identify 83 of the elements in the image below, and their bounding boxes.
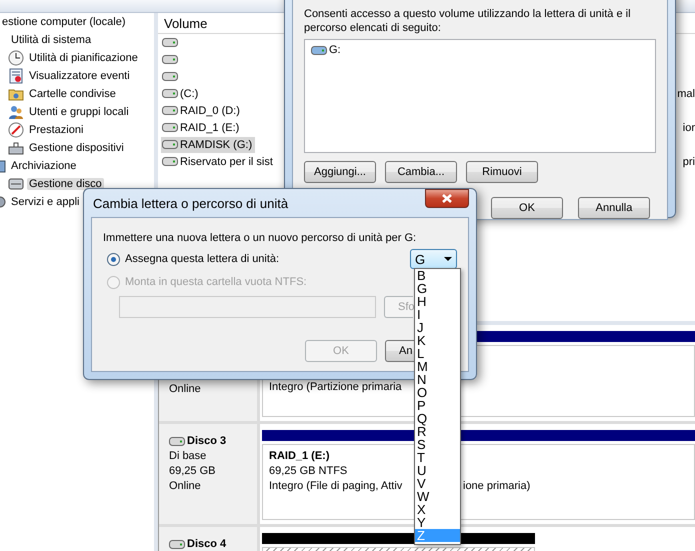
letter-option[interactable]: J — [415, 321, 460, 334]
window-title: Cambia lettera o percorso di unità — [93, 196, 288, 210]
letter-option[interactable]: X — [415, 503, 460, 516]
table-cell: mal — [677, 88, 695, 100]
path-item[interactable]: G: — [329, 44, 341, 56]
close-icon — [442, 194, 452, 203]
caret-icon — [444, 257, 452, 261]
partition-detail: Integro (Partizione primaria — [269, 381, 402, 393]
letter-option[interactable]: I — [415, 308, 460, 321]
disk-title: Disco 3 — [187, 434, 226, 449]
drive-label: (C:) — [180, 88, 198, 100]
letter-option[interactable]: B — [415, 269, 460, 282]
dialog-button[interactable]: Aggiungi... — [304, 161, 376, 183]
drive-icon — [162, 106, 178, 115]
disk-title: Disco 4 — [187, 537, 226, 551]
close-button[interactable] — [425, 189, 469, 208]
drive-label: Riservato per il sist — [180, 156, 273, 168]
tree-item[interactable]: Archiviazione — [9, 160, 78, 172]
drive-icon — [162, 123, 178, 132]
letter-option[interactable]: M — [415, 360, 460, 373]
letter-option[interactable]: H — [415, 295, 460, 308]
table-cell: pri — [682, 156, 695, 168]
drive-row[interactable]: Riservato per il sist — [161, 154, 276, 170]
letter-option[interactable]: P — [415, 399, 460, 412]
disk-detail: Di base — [169, 449, 208, 464]
radio-button[interactable] — [107, 252, 120, 266]
drive-icon — [162, 89, 178, 98]
prompt-text: Immettere una nuova lettera o un nuovo percorso di unità per G: — [103, 231, 418, 245]
drive-label: RAID_0 (D:) — [180, 104, 240, 116]
device-icon — [8, 140, 24, 156]
log-icon — [8, 68, 24, 84]
drive-label: RAID_1 (E:) — [180, 122, 240, 134]
letter-option[interactable]: K — [415, 334, 460, 347]
drive-row[interactable]: (C:) — [161, 86, 202, 102]
tree-item[interactable]: Gestione dispositivi — [27, 142, 126, 154]
table-cell: ior — [682, 122, 695, 134]
disk-detail: Online — [169, 479, 202, 494]
letter-option[interactable]: W — [415, 490, 460, 503]
dialog-button[interactable]: Rimuovi — [466, 161, 538, 183]
letter-option[interactable]: R — [415, 425, 460, 438]
letter-option[interactable]: N — [415, 373, 460, 386]
radio-label: Assegna questa lettera di unità: — [125, 253, 280, 265]
letter-option[interactable]: U — [415, 464, 460, 477]
letter-option[interactable]: L — [415, 347, 460, 360]
drive-icon — [311, 46, 327, 54]
partition-title: RAID_1 (E:) — [269, 449, 330, 464]
drive-row[interactable]: RAMDISK (G:) — [161, 136, 256, 152]
drive-icon — [162, 55, 178, 64]
tree-item[interactable]: Gestione disco — [27, 178, 104, 190]
radio-label: Monta in questa cartella vuota NTFS: — [125, 276, 307, 288]
letter-option[interactable]: V — [415, 477, 460, 490]
drive-row[interactable]: RAID_1 (E:) — [161, 120, 242, 136]
tree-item[interactable]: Utilità di sistema — [9, 34, 94, 46]
dialog-button[interactable]: Annulla — [578, 197, 650, 219]
tree-item[interactable]: estione computer (locale) — [0, 16, 128, 28]
drive-icon — [162, 72, 178, 81]
users-icon — [8, 104, 24, 120]
description-text: Consenti accesso a questo volume utilizzando la lettera di unità e il percorso elencati di seguito: — [304, 7, 632, 35]
letter-option[interactable]: G — [415, 282, 460, 295]
dialog-button[interactable]: An — [385, 340, 414, 362]
drive-icon — [162, 157, 178, 166]
tree-item[interactable]: Prestazioni — [27, 124, 86, 136]
letter-option[interactable]: O — [415, 386, 460, 399]
disk-detail: Online — [169, 382, 202, 397]
letter-dropdown[interactable]: G — [410, 249, 457, 269]
tree-item[interactable]: Utilità di pianificazione — [27, 52, 140, 64]
clock-icon — [8, 50, 24, 66]
partition-detail: 69,25 GB NTFS — [269, 465, 348, 477]
partition-detail: ione primaria) — [463, 480, 530, 492]
dialog-button[interactable]: Cambia... — [385, 161, 457, 183]
gauge-icon — [8, 122, 24, 138]
tree-item[interactable]: Servizi e appli — [9, 196, 82, 208]
drive-label: RAMDISK (G:) — [180, 138, 252, 150]
tree-item[interactable]: Visualizzatore eventi — [27, 70, 132, 82]
disk-detail: 69,25 GB — [169, 464, 216, 479]
drive-row[interactable]: RAID_0 (D:) — [161, 102, 243, 118]
tree-item[interactable]: Cartelle condivise — [27, 88, 118, 100]
letter-option[interactable]: T — [415, 451, 460, 464]
drive-icon — [162, 140, 178, 149]
partition-detail: Integro (File di paging, Attiv — [269, 480, 402, 492]
tree-item[interactable]: Utenti e gruppi locali — [27, 106, 131, 118]
drive-icon — [162, 38, 178, 47]
dialog-button[interactable]: OK — [491, 197, 563, 219]
